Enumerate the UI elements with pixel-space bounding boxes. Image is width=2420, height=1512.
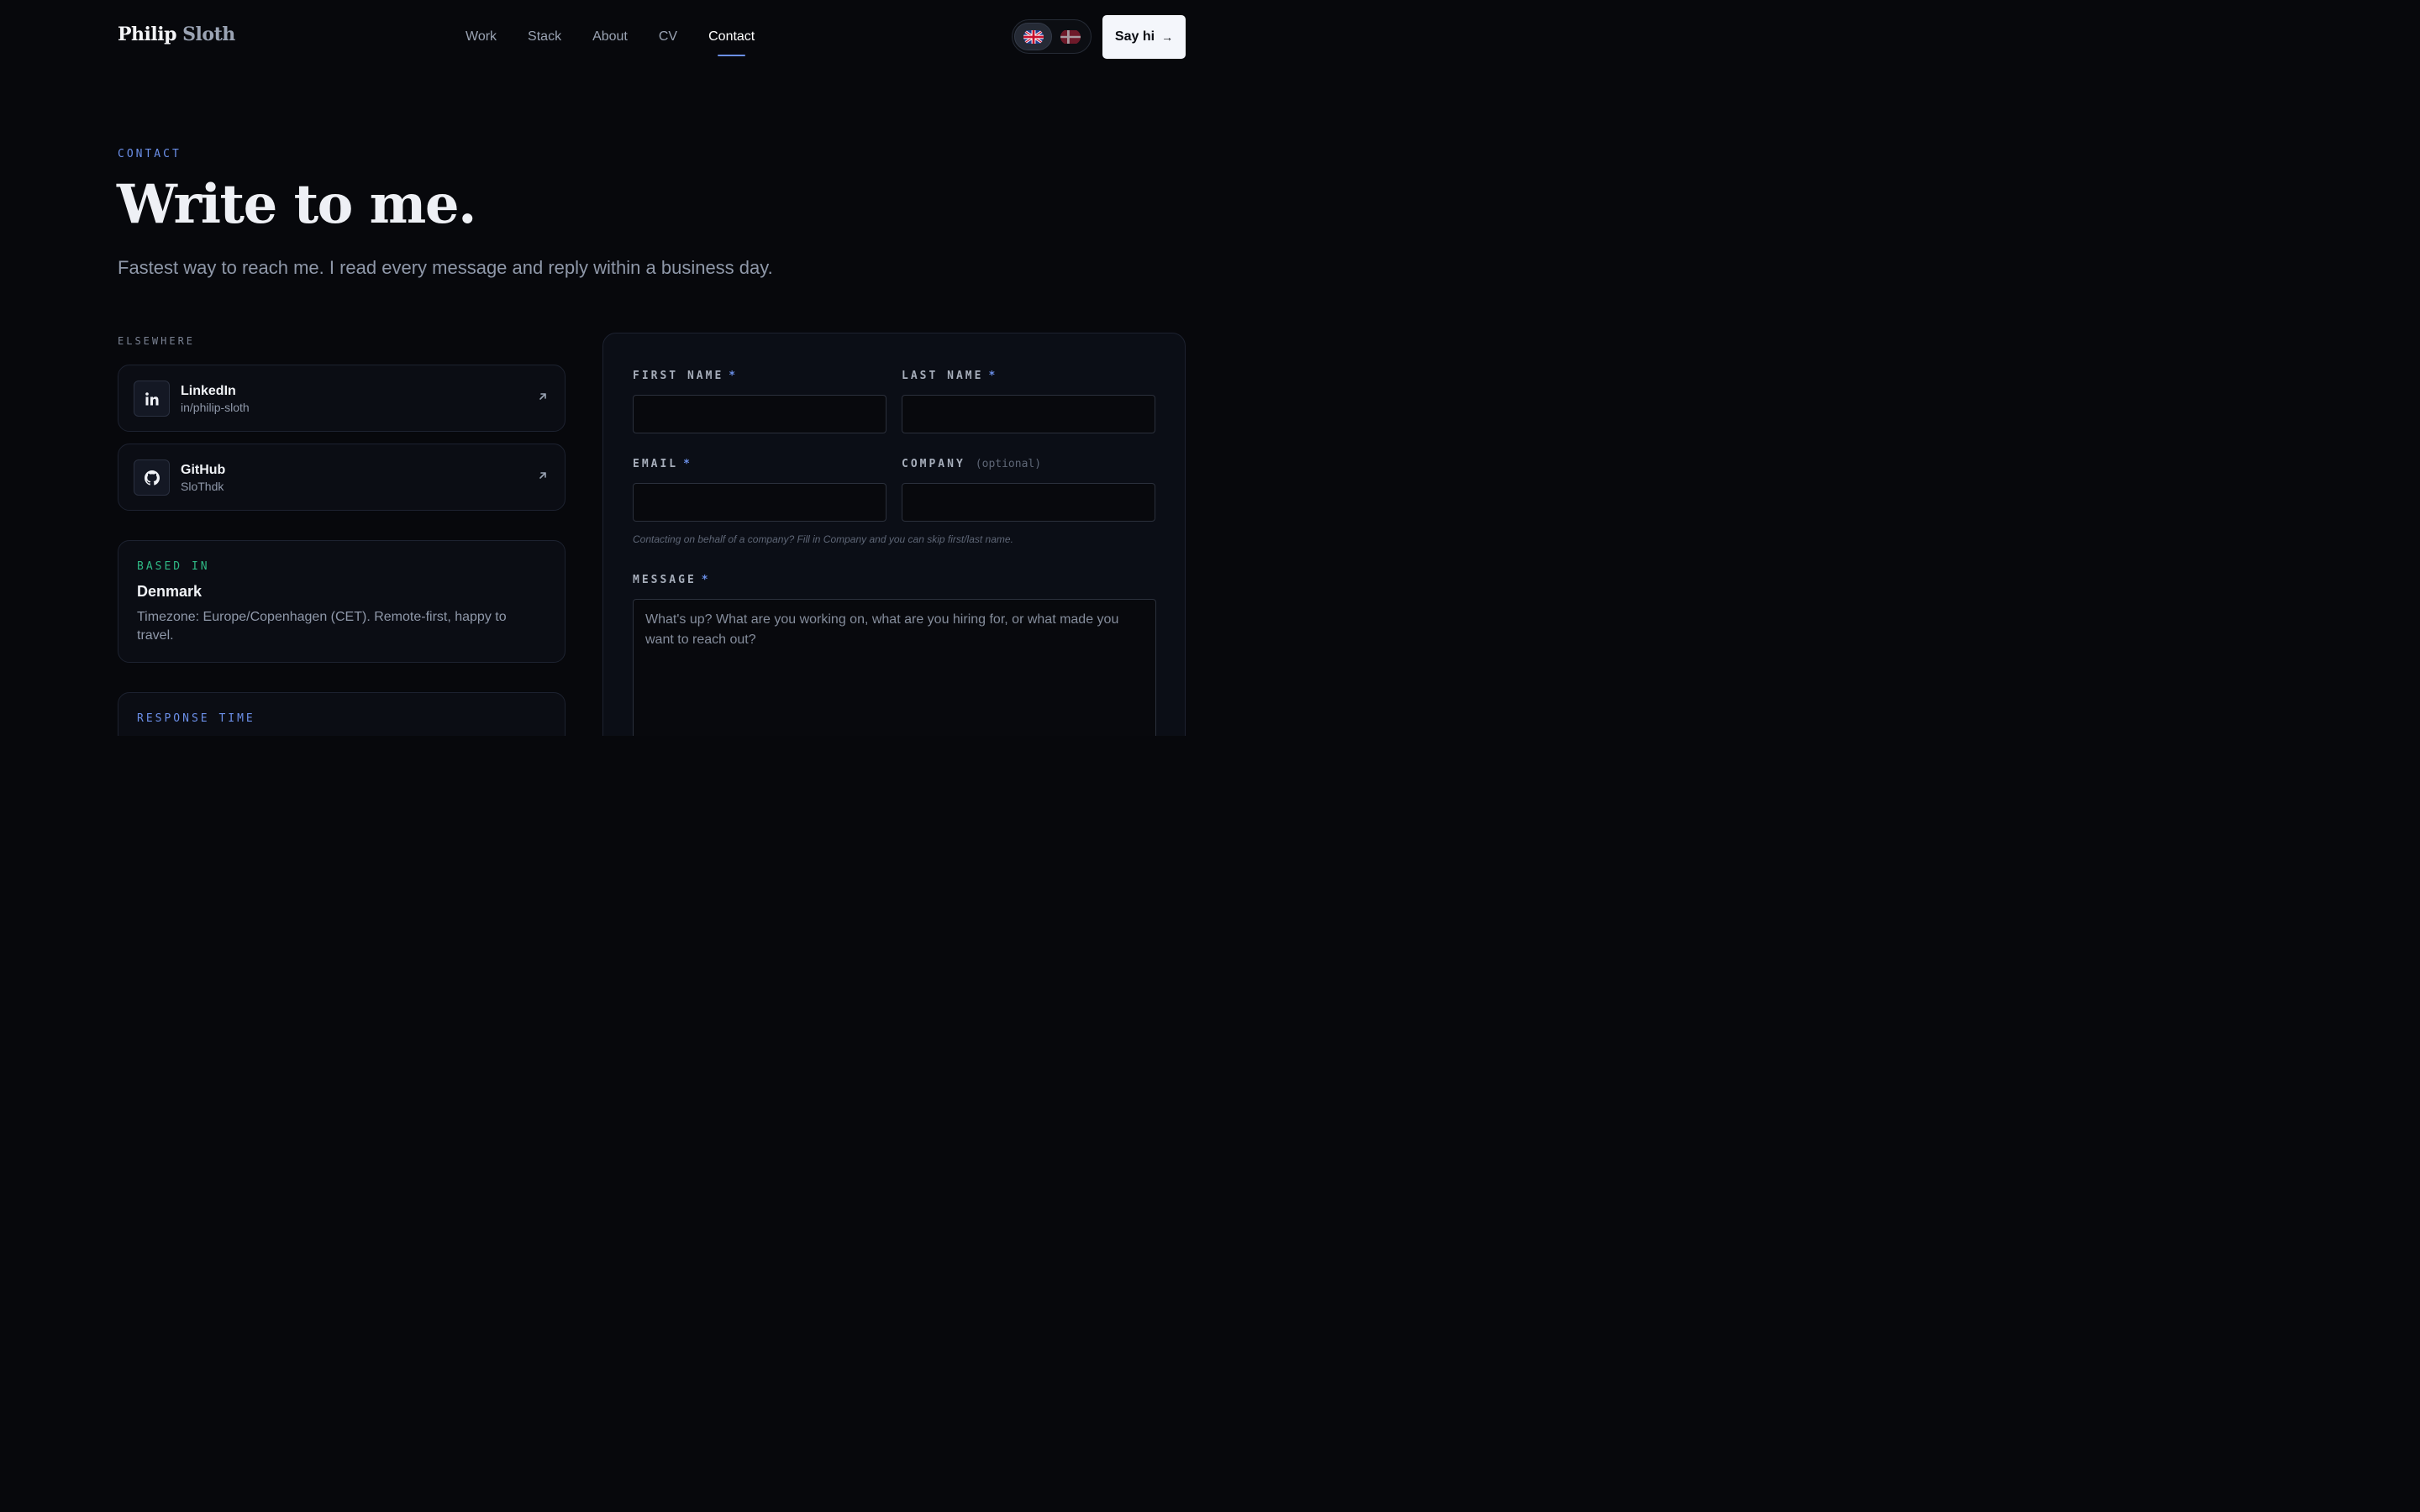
optional-marker: (optional) [975, 458, 1042, 470]
nav-link-stack[interactable]: Stack [528, 29, 561, 45]
site-header: Philip Sloth Work Stack About CV Contact [0, 0, 1318, 74]
say-hi-label: Say hi [1114, 29, 1155, 44]
github-link-card[interactable]: GitHub SloThdk [118, 444, 566, 511]
language-option-english[interactable] [1014, 23, 1052, 50]
link-handle: in/philip-sloth [181, 401, 250, 414]
say-hi-button[interactable]: Say hi → [1102, 15, 1186, 59]
company-label: COMPANY (optional) [902, 458, 1041, 470]
company-field[interactable] [902, 483, 1155, 522]
linkedin-icon [134, 381, 170, 417]
arrow-right-icon: → [1161, 30, 1174, 44]
active-nav-indicator [718, 55, 746, 56]
nav-label: About [592, 29, 628, 44]
linkedin-glyph [145, 391, 158, 405]
required-marker: * [988, 370, 998, 382]
link-title: GitHub [181, 463, 226, 477]
required-marker: * [729, 370, 739, 382]
email-label-text: EMAIL [633, 458, 679, 470]
email-label: EMAIL * [633, 458, 692, 470]
logo-last-name: Sloth [182, 24, 235, 45]
message-label: MESSAGE * [633, 574, 711, 586]
language-switcher [1012, 19, 1092, 54]
link-handle: SloThdk [181, 480, 224, 493]
language-option-danish[interactable] [1051, 23, 1089, 50]
nav-link-contact[interactable]: Contact [708, 29, 755, 56]
external-link-icon [539, 393, 546, 400]
site-logo[interactable]: Philip Sloth [118, 24, 235, 45]
based-in-card: BASED IN Denmark Timezone: Europe/Copenh… [118, 540, 566, 663]
message-label-text: MESSAGE [633, 574, 697, 586]
required-marker: * [683, 458, 692, 470]
based-in-heading: Denmark [137, 583, 203, 600]
based-in-body: Timezone: Europe/Copenhagen (CET). Remot… [137, 610, 507, 643]
first-name-field[interactable] [633, 395, 886, 433]
last-name-field[interactable] [902, 395, 1155, 433]
nav-link-about[interactable]: About [592, 29, 628, 45]
elsewhere-label: ELSEWHERE [118, 335, 196, 347]
first-name-label: FIRST NAME * [633, 370, 738, 382]
company-label-text: COMPANY [902, 458, 965, 470]
nav-label: Contact [708, 29, 755, 44]
first-name-label-text: FIRST NAME [633, 370, 724, 382]
contact-form: FIRST NAME * LAST NAME * EMAIL * COMPANY (op… [602, 333, 1186, 803]
based-in-eyebrow: BASED IN [137, 560, 210, 573]
link-title: LinkedIn [181, 384, 236, 398]
page-subtitle: Fastest way to reach me. I read every me… [118, 257, 773, 278]
denmark-flag-icon [1060, 29, 1081, 44]
logo-first-name: Philip [118, 24, 177, 45]
nav-link-work[interactable]: Work [466, 29, 497, 45]
nav-label: Stack [528, 29, 562, 44]
company-hint: Contacting on behalf of a company? Fill … [633, 533, 1013, 545]
uk-flag-icon [1023, 29, 1044, 45]
last-name-label: LAST NAME * [902, 370, 997, 382]
email-field[interactable] [633, 483, 886, 522]
main-nav: Work Stack About CV Contact [466, 29, 755, 56]
linkedin-link-card[interactable]: LinkedIn in/philip-sloth [118, 365, 566, 432]
nav-link-cv[interactable]: CV [659, 29, 677, 45]
external-link-icon [539, 472, 546, 479]
page-title: Write to me. [117, 173, 476, 236]
nav-label: Work [466, 29, 497, 44]
page-eyebrow: CONTACT [118, 148, 182, 160]
nav-label: CV [658, 29, 678, 44]
github-glyph [144, 470, 160, 486]
response-time-eyebrow: RESPONSE TIME [137, 712, 255, 725]
last-name-label-text: LAST NAME [902, 370, 984, 382]
github-icon [134, 459, 170, 496]
required-marker: * [701, 574, 711, 586]
viewport-fold [0, 736, 1318, 823]
